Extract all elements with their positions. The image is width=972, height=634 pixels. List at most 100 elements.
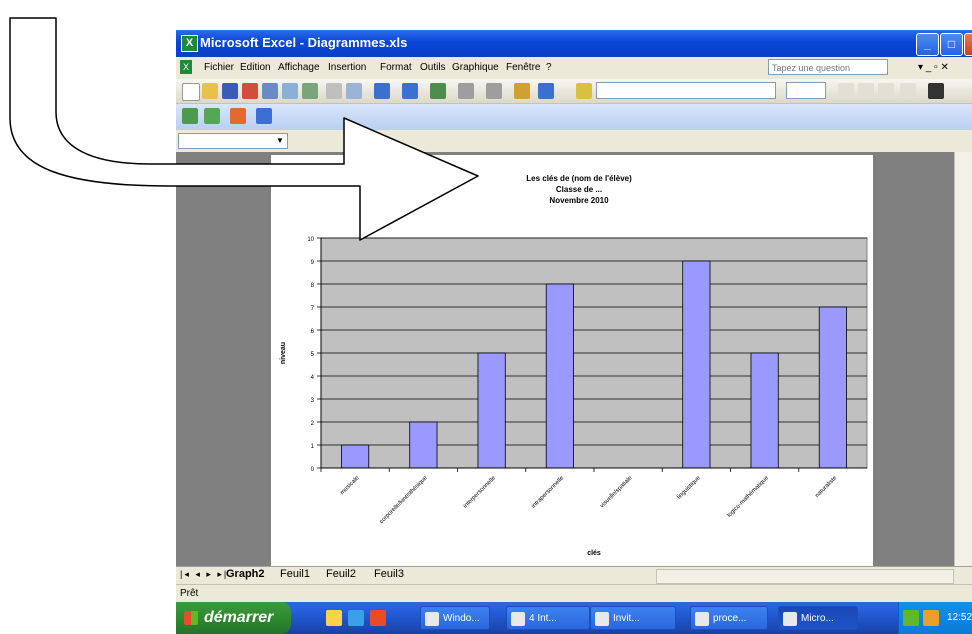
x-tick-label: intrapersonnelle [531,475,566,510]
cut-icon[interactable] [326,83,342,99]
y-tick-label: 3 [311,398,315,404]
autosum-icon[interactable] [458,83,474,99]
hyperlink-icon[interactable] [430,83,446,99]
folder-icon [595,612,609,626]
align-icon[interactable] [900,83,916,99]
y-tick-label: 4 [311,375,315,381]
tab-feuil1[interactable]: Feuil1 [280,568,310,580]
fill-color-icon[interactable] [204,108,220,124]
spelling-icon[interactable] [302,83,318,99]
print-icon[interactable] [262,83,278,99]
tray-network-icon[interactable] [903,610,919,626]
taskbar-item-active[interactable]: Micro... [778,606,858,630]
currency-icon[interactable] [928,83,944,99]
doc-controls[interactable]: ▾ _ ▫ ✕ [918,62,949,73]
taskbar: démarrer Windo... 4 Int... Invit... proc… [176,602,972,634]
start-button[interactable]: démarrer [176,602,291,634]
y-tick-label: 2 [311,421,315,427]
process-icon [695,612,709,626]
chart-page[interactable]: Les clés de (nom de l'élève) Classe de ..… [271,155,873,567]
x-axis-title: clés [587,550,601,557]
x-tick-label: interpersonnelle [463,475,498,510]
y-tick-label: 10 [307,237,314,243]
x-tick-label: naturaliste [814,475,838,499]
quicklaunch-ie-icon[interactable] [348,610,364,626]
redo-icon[interactable] [402,83,418,99]
help-icon[interactable] [538,83,554,99]
excel-app-icon[interactable]: X [181,35,198,52]
menu-item[interactable]: ? [546,62,552,73]
y-tick-label: 0 [311,467,315,473]
menu-item[interactable]: Fichier [204,62,234,73]
quicklaunch-icon[interactable] [326,610,342,626]
font-size-combo[interactable] [786,82,826,99]
workbook-icon[interactable]: X [180,60,192,74]
minimize-button[interactable]: _ [916,33,939,56]
horizontal-scrollbar[interactable] [656,569,954,584]
maximize-button[interactable]: □ [940,33,963,56]
help-search-input[interactable]: Tapez une question [768,59,888,75]
tab-graph2[interactable]: Graph2 [226,568,265,580]
bar [409,421,438,469]
window-title: Microsoft Excel - Diagrammes.xls [200,35,408,50]
undo-icon[interactable] [374,83,390,99]
close-button[interactable]: ✕ [964,33,972,56]
font-combo[interactable] [596,82,776,99]
taskbar-item[interactable]: 4 Int... [506,606,590,630]
vertical-scrollbar[interactable] [954,152,972,566]
menu-item[interactable]: Insertion [328,62,366,73]
menu-item[interactable]: Outils [420,62,446,73]
tab-scroll-buttons[interactable]: |◂ ◂ ▸ ▸| [180,569,228,580]
status-text: Prêt [180,588,199,599]
font-color-icon[interactable] [230,108,246,124]
window-icon [425,612,439,626]
start-label: démarrer [204,609,274,626]
menu-item[interactable]: Affichage [278,62,320,73]
name-box[interactable] [178,133,288,149]
ie-icon [511,612,525,626]
save-icon[interactable] [222,83,238,99]
sort-icon[interactable] [486,83,502,99]
taskbar-item-label: proce... [713,613,747,624]
x-tick-label: visuelle/spatiale [599,475,634,510]
tab-feuil2[interactable]: Feuil2 [326,568,356,580]
menu-item[interactable]: Graphique [452,62,499,73]
excel-icon [783,612,797,626]
open-icon[interactable] [202,83,218,99]
taskbar-item[interactable]: Windo... [420,606,490,630]
clock: 12:52 [947,612,972,623]
x-tick-label: musicale [340,475,361,496]
copy-icon[interactable] [346,83,362,99]
print-preview-icon[interactable] [282,83,298,99]
name-box-dropdown-icon[interactable]: ▼ [276,136,284,145]
drawing-toolbar [176,104,972,131]
new-icon[interactable] [182,83,200,101]
tray-volume-icon[interactable] [923,610,939,626]
chart-title-line: Les clés de (nom de l'élève) [526,174,632,183]
options-icon[interactable] [256,108,272,124]
menu-item[interactable]: Format [380,62,412,73]
x-tick-label: corporelle/kinesthésique [379,475,429,525]
bar [477,352,506,469]
menu-item[interactable]: Edition [240,62,271,73]
bar [545,283,574,469]
y-tick-label: 7 [311,306,315,312]
bar [682,260,711,469]
chart-wizard-icon[interactable] [514,83,530,99]
title-bar[interactable]: X Microsoft Excel - Diagrammes.xls _ □ ✕ [176,30,972,57]
bar-chart[interactable]: Les clés de (nom de l'élève) Classe de ..… [271,155,873,567]
tab-feuil3[interactable]: Feuil3 [374,568,404,580]
x-tick-label: logico-mathématique [726,475,770,519]
italic-icon[interactable] [858,83,874,99]
menu-item[interactable]: Fenêtre [506,62,540,73]
underline-icon[interactable] [878,83,894,99]
quicklaunch-media-icon[interactable] [370,610,386,626]
y-tick-label: 9 [311,260,315,266]
taskbar-item[interactable]: proce... [690,606,768,630]
taskbar-item[interactable]: Invit... [590,606,676,630]
toolbar-grip-icon[interactable] [576,83,592,99]
permission-icon[interactable] [242,83,258,99]
bold-icon[interactable] [838,83,854,99]
check-icon[interactable] [182,108,198,124]
y-tick-label: 5 [311,352,315,358]
